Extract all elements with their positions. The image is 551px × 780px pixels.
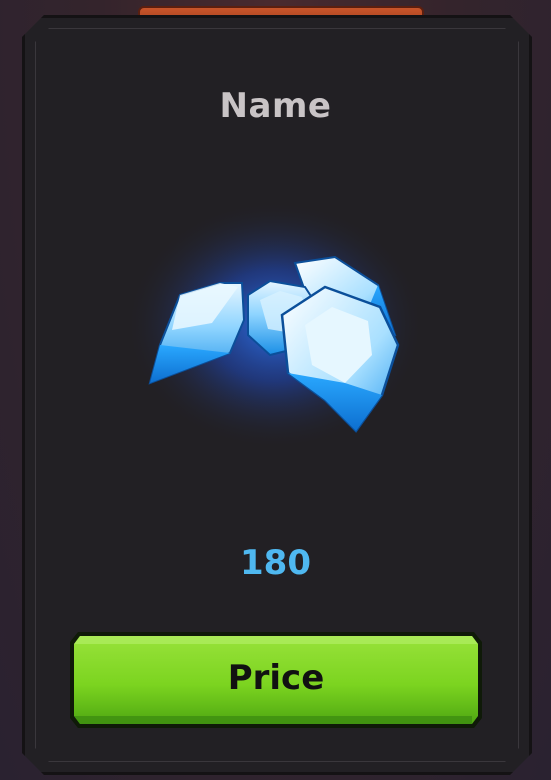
price-button[interactable]: Price: [68, 630, 484, 730]
item-name: Name: [219, 86, 332, 126]
gem-amount: 180: [240, 543, 311, 583]
price-button-label: Price: [227, 658, 325, 698]
blue-gems-icon: [120, 195, 430, 455]
